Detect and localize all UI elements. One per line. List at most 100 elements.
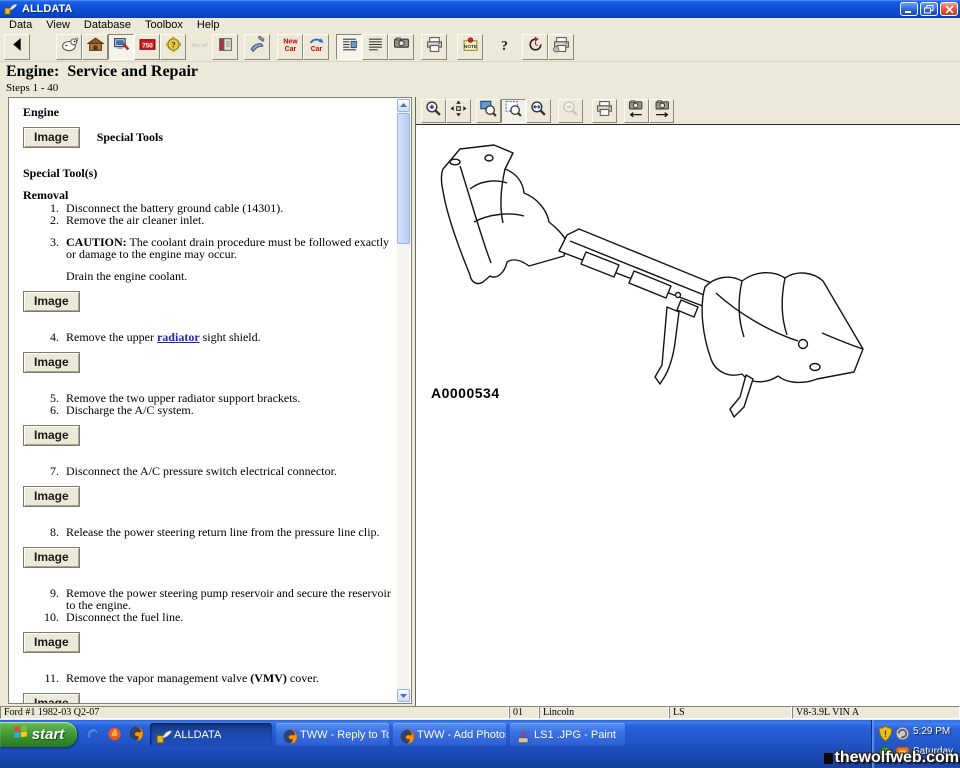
print-image-button[interactable]	[592, 99, 617, 123]
radiator-link[interactable]: radiator	[157, 330, 200, 344]
status-field-1: Ford #1 1982-03 Q2-07	[0, 706, 509, 719]
paint-icon	[516, 728, 530, 742]
scrollbar-thumb[interactable]	[397, 113, 410, 244]
scroll-up-button[interactable]	[397, 99, 410, 112]
procedure-step: 4.Remove the upper radiator sight shield…	[23, 331, 393, 343]
service-repair-button[interactable]	[108, 34, 134, 60]
hand-icon	[249, 36, 266, 58]
tools-button[interactable]	[244, 34, 270, 60]
task-button[interactable]: TWW - Reply to Topic...	[276, 723, 389, 746]
gear-icon: ?	[165, 36, 182, 58]
zoom-fit-button[interactable]	[501, 99, 526, 123]
close-button[interactable]	[940, 2, 958, 16]
zoom-in-button[interactable]	[421, 99, 446, 123]
image-button[interactable]: Image	[23, 352, 80, 373]
image-block: Image Special Tools	[23, 127, 393, 148]
quicklaunch-messenger-icon[interactable]	[84, 725, 100, 741]
start-button[interactable]: start	[0, 722, 77, 747]
image-button[interactable]: Image	[23, 693, 80, 703]
image-button[interactable]: Image	[23, 486, 80, 507]
text-image-view-button[interactable]	[336, 34, 362, 60]
procedure-step: 10.Disconnect the fuel line.	[23, 611, 393, 623]
step-text-part: Remove the upper	[66, 330, 157, 344]
svg-text:!: !	[884, 729, 887, 740]
shop-button[interactable]	[82, 34, 108, 60]
tsb-icon: 750	[139, 36, 156, 58]
history-button[interactable]	[522, 34, 548, 60]
image-button[interactable]: Image	[23, 547, 80, 568]
image-view-button[interactable]	[388, 34, 414, 60]
procedure-step: 2.Remove the air cleaner inlet.	[23, 214, 393, 226]
task-label: ALLDATA	[174, 729, 221, 741]
tray-shield-icon[interactable]: !	[877, 725, 891, 739]
zoom-width-button[interactable]	[526, 99, 551, 123]
help-button[interactable]: ?	[491, 34, 517, 60]
step-text-part: (VMV)	[250, 671, 287, 685]
image-button[interactable]: Image	[23, 632, 80, 653]
task-button[interactable]: LS1 .JPG - Paint	[510, 723, 625, 746]
image-button[interactable]: Image	[23, 425, 80, 446]
previous-image-button[interactable]	[624, 99, 649, 123]
image-button[interactable]: Image	[23, 127, 80, 148]
image-block: Image	[23, 352, 393, 373]
vertical-scrollbar[interactable]	[397, 99, 410, 702]
restore-button[interactable]	[920, 2, 938, 16]
clock[interactable]: 5:29 PM	[913, 726, 950, 737]
firefox-icon	[282, 728, 296, 742]
quicklaunch-media-icon[interactable]	[106, 725, 122, 741]
minimize-button[interactable]	[900, 2, 918, 16]
svg-text:Car: Car	[310, 46, 322, 53]
zoomwin-icon	[480, 100, 497, 122]
step-text-part: Remove the vapor management valve	[66, 671, 250, 685]
print-setup-button[interactable]	[548, 34, 574, 60]
step-text-part: Remove the air cleaner inlet.	[66, 213, 204, 227]
textimg-icon	[341, 36, 358, 58]
menu-item-toolbox[interactable]: Toolbox	[138, 18, 190, 33]
back-button[interactable]	[4, 34, 30, 60]
task-button[interactable]: TWW - Add Photos - ...	[393, 723, 506, 746]
task-button[interactable]: ALLDATA	[150, 723, 272, 746]
camnext-icon	[653, 100, 670, 122]
image-label: Special Tools	[97, 130, 163, 144]
main-toolbar: 750?RecallNewCarCarNOTE?	[0, 33, 960, 62]
quick-launch	[84, 725, 144, 741]
step-text-part: Release the power steering return line f…	[66, 525, 380, 539]
pan-button[interactable]	[446, 99, 471, 123]
print-icon	[426, 36, 443, 58]
print-button[interactable]	[421, 34, 447, 60]
zoom-previous-button	[558, 99, 583, 123]
recall-button[interactable]: Recall	[186, 34, 212, 60]
tray-update-icon[interactable]	[894, 725, 908, 739]
zoom-window-button[interactable]	[476, 99, 501, 123]
document-header: Engine: Service and Repair Steps 1 - 40	[0, 62, 960, 95]
image-block: Image	[23, 425, 393, 446]
help-icon: ?	[496, 36, 513, 58]
library-button[interactable]	[212, 34, 238, 60]
image-button[interactable]: Image	[23, 291, 80, 312]
content-area: EngineImageSpecial ToolsSpecial Tool(s)R…	[0, 95, 960, 706]
new-car-button[interactable]: NewCar	[277, 34, 303, 60]
parts-labor-button[interactable]: ?	[160, 34, 186, 60]
menu-item-data[interactable]: Data	[2, 18, 39, 33]
app-icon	[4, 2, 18, 16]
next-image-button[interactable]	[649, 99, 674, 123]
menu-item-help[interactable]: Help	[190, 18, 227, 33]
quicklaunch-firefox-icon[interactable]	[128, 725, 144, 741]
step-text: Remove the vapor management valve (VMV) …	[66, 672, 319, 684]
doc-heading: Removal	[23, 189, 393, 201]
procedure-panel: EngineImageSpecial ToolsSpecial Tool(s)R…	[8, 97, 412, 704]
step-text-part: Remove the power steering pump reservoir…	[66, 586, 391, 612]
status-field-4: LS	[669, 706, 792, 719]
used-car-button[interactable]: Car	[303, 34, 329, 60]
note-button[interactable]: NOTE	[457, 34, 483, 60]
tsb-button[interactable]: 750	[134, 34, 160, 60]
repair-assistant-button[interactable]	[56, 34, 82, 60]
menu-item-view[interactable]: View	[39, 18, 77, 33]
step-text: Remove the power steering pump reservoir…	[66, 587, 393, 611]
scroll-down-button[interactable]	[397, 689, 410, 702]
text-view-button[interactable]	[362, 34, 388, 60]
menu-item-database[interactable]: Database	[77, 18, 138, 33]
svg-text:Car: Car	[284, 46, 296, 53]
newcar-icon: NewCar	[282, 36, 299, 58]
svg-text:Recall: Recall	[191, 43, 208, 49]
